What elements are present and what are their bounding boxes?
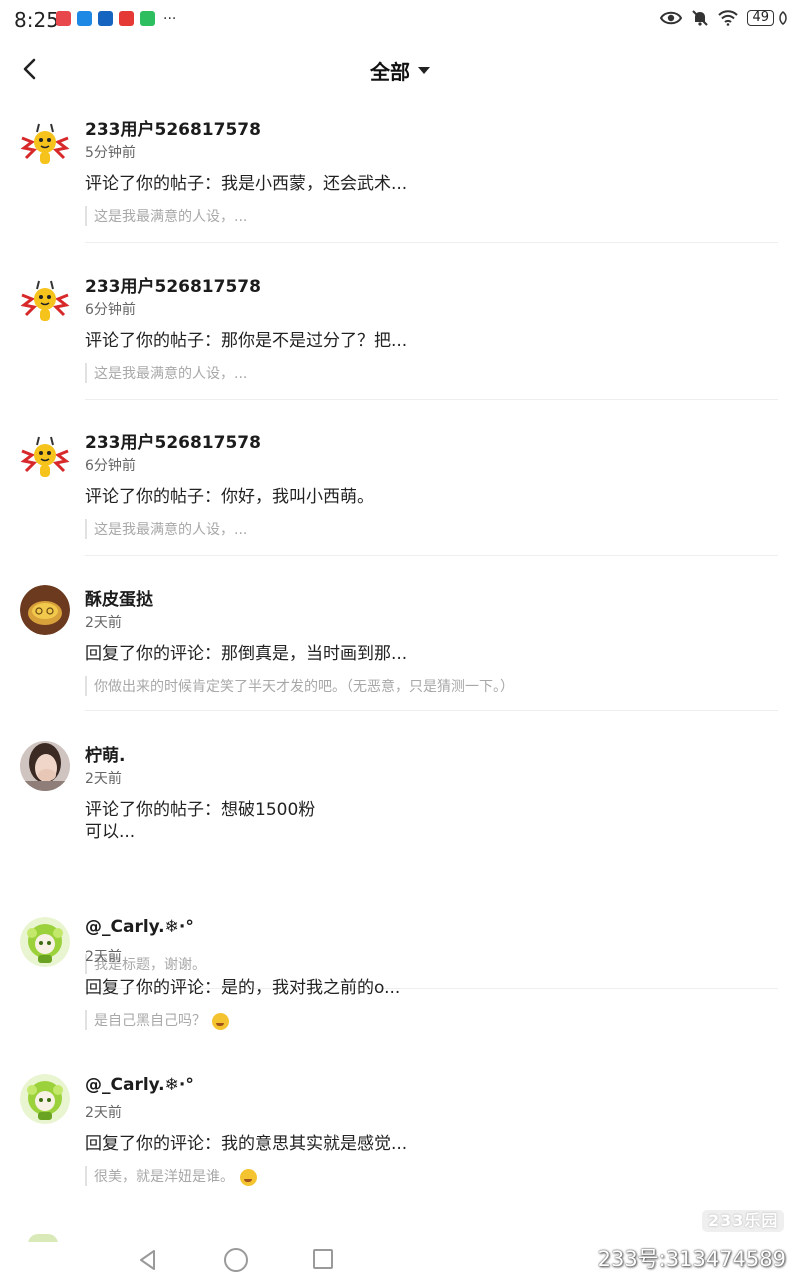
notification-item[interactable]: @_Carly.❄·° 2天前 回复了你的评论：是的，我对我之前的o... 是自… — [0, 904, 800, 1049]
avatar[interactable] — [20, 585, 70, 635]
mute-bell-icon — [692, 10, 709, 26]
divider — [85, 710, 778, 711]
timestamp: 2天前 — [85, 949, 122, 965]
notification-item[interactable]: @_Carly.❄·° 2天前 回复了你的评论：我的意思其实就是感觉... 很美… — [0, 1060, 800, 1205]
user-name[interactable]: 酥皮蛋挞 — [85, 585, 153, 610]
anime-avatar-image — [20, 1074, 70, 1124]
timestamp: 6分钟前 — [85, 302, 136, 318]
notification-text: 评论了你的帖子：那你是不是过分了？把... — [85, 331, 408, 351]
blue-app-icon — [77, 11, 92, 26]
caret-down-icon — [418, 67, 430, 74]
divider — [85, 555, 778, 556]
thinking-emoji-icon — [212, 1012, 229, 1030]
user-name[interactable]: @_Carly.❄·° — [85, 1075, 194, 1095]
quoted-comment[interactable]: 是自己黑自己吗？ — [85, 1010, 229, 1030]
notification-icons: ··· — [56, 11, 176, 26]
quote-text: 很美，就是洋妞是谁。 — [94, 1169, 234, 1185]
timestamp: 2天前 — [85, 771, 122, 787]
timestamp: 6分钟前 — [85, 458, 136, 474]
mascot-avatar-image — [20, 118, 70, 168]
notification-text: 回复了你的评论：那倒真是，当时画到那... — [85, 644, 408, 664]
user-name[interactable]: 233用户526817578 — [85, 272, 261, 297]
anime-avatar-image — [20, 917, 70, 967]
nav-home-icon[interactable] — [224, 1248, 248, 1272]
timestamp: 5分钟前 — [85, 145, 136, 161]
divider — [85, 399, 778, 400]
notification-item[interactable]: 柠萌. 2天前 评论了你的帖子：想破1500粉 可以... 我是标题，谢谢。 — [0, 726, 800, 989]
top-bar: 全部 — [0, 40, 800, 100]
avatar[interactable] — [20, 118, 70, 168]
notification-item[interactable]: 233用户526817578 6分钟前 评论了你的帖子：那你是不是过分了？把..… — [0, 257, 800, 402]
egg-tart-avatar-image — [20, 585, 70, 635]
quoted-post[interactable]: 这是我最满意的人设，... — [85, 363, 247, 383]
battery-indicator: 49 — [747, 10, 788, 26]
user-name[interactable]: 柠萌. — [85, 741, 125, 766]
avatar[interactable] — [20, 917, 70, 967]
photo-avatar-image — [20, 741, 70, 791]
page-title: 全部 — [370, 60, 410, 84]
leaf-icon — [779, 11, 787, 25]
eye-icon — [660, 11, 683, 25]
notification-text: 评论了你的帖子：想破1500粉 可以... — [85, 800, 316, 842]
nav-recents-icon[interactable] — [313, 1249, 333, 1269]
notification-text: 回复了你的评论：是的，我对我之前的o... — [85, 978, 401, 998]
mascot-avatar-image — [20, 431, 70, 481]
notification-text: 回复了你的评论：我的意思其实就是感觉... — [85, 1134, 408, 1154]
nav-back-icon[interactable] — [138, 1249, 158, 1271]
wechat-icon — [140, 11, 155, 26]
notification-text: 评论了你的帖子：你好，我叫小西萌。 — [85, 487, 374, 507]
timestamp: 2天前 — [85, 615, 122, 631]
avatar[interactable] — [20, 741, 70, 791]
status-time: 8:25 — [14, 8, 59, 32]
status-bar: 8:25 ··· 49 — [0, 0, 800, 40]
avatar[interactable] — [20, 275, 70, 325]
more-notifications-icon: ··· — [163, 10, 177, 27]
quoted-post[interactable]: 这是我最满意的人设，... — [85, 206, 247, 226]
red-news-app-icon — [119, 11, 134, 26]
tongue-out-emoji-icon — [240, 1168, 257, 1186]
quoted-post[interactable]: 这是我最满意的人设，... — [85, 519, 247, 539]
notification-item[interactable]: 233用户526817578 5分钟前 评论了你的帖子：我是小西蒙，还会武术..… — [0, 100, 800, 245]
user-name[interactable]: 233用户526817578 — [85, 115, 261, 140]
notification-text: 评论了你的帖子：我是小西蒙，还会武术... — [85, 174, 408, 194]
avatar[interactable] — [20, 431, 70, 481]
battery-level: 49 — [747, 10, 774, 26]
watermark-id: 233号:313474589 — [597, 1247, 786, 1271]
wifi-icon — [718, 10, 739, 26]
avatar[interactable] — [20, 1074, 70, 1124]
filter-dropdown[interactable]: 全部 — [0, 56, 800, 85]
quote-text: 是自己黑自己吗？ — [94, 1013, 206, 1029]
user-name[interactable]: 233用户526817578 — [85, 428, 261, 453]
quoted-comment[interactable]: 你做出来的时候肯定笑了半天才发的吧。（无恶意，只是猜测一下。） — [85, 676, 514, 696]
mascot-avatar-image — [20, 275, 70, 325]
notification-item[interactable]: 酥皮蛋挞 2天前 回复了你的评论：那倒真是，当时画到那... 你做出来的时候肯定… — [0, 570, 800, 715]
divider — [85, 242, 778, 243]
timestamp: 2天前 — [85, 1105, 122, 1121]
notification-item[interactable]: 233用户526817578 6分钟前 评论了你的帖子：你好，我叫小西萌。 这是… — [0, 413, 800, 558]
user-name[interactable]: @_Carly.❄·° — [85, 917, 194, 937]
watermark-logo: 233乐园 — [702, 1210, 785, 1232]
quoted-comment[interactable]: 很美，就是洋妞是谁。 — [85, 1166, 257, 1186]
red-app-icon — [56, 11, 71, 26]
blue-cloud-app-icon — [98, 11, 113, 26]
system-icons: 49 — [660, 9, 788, 27]
